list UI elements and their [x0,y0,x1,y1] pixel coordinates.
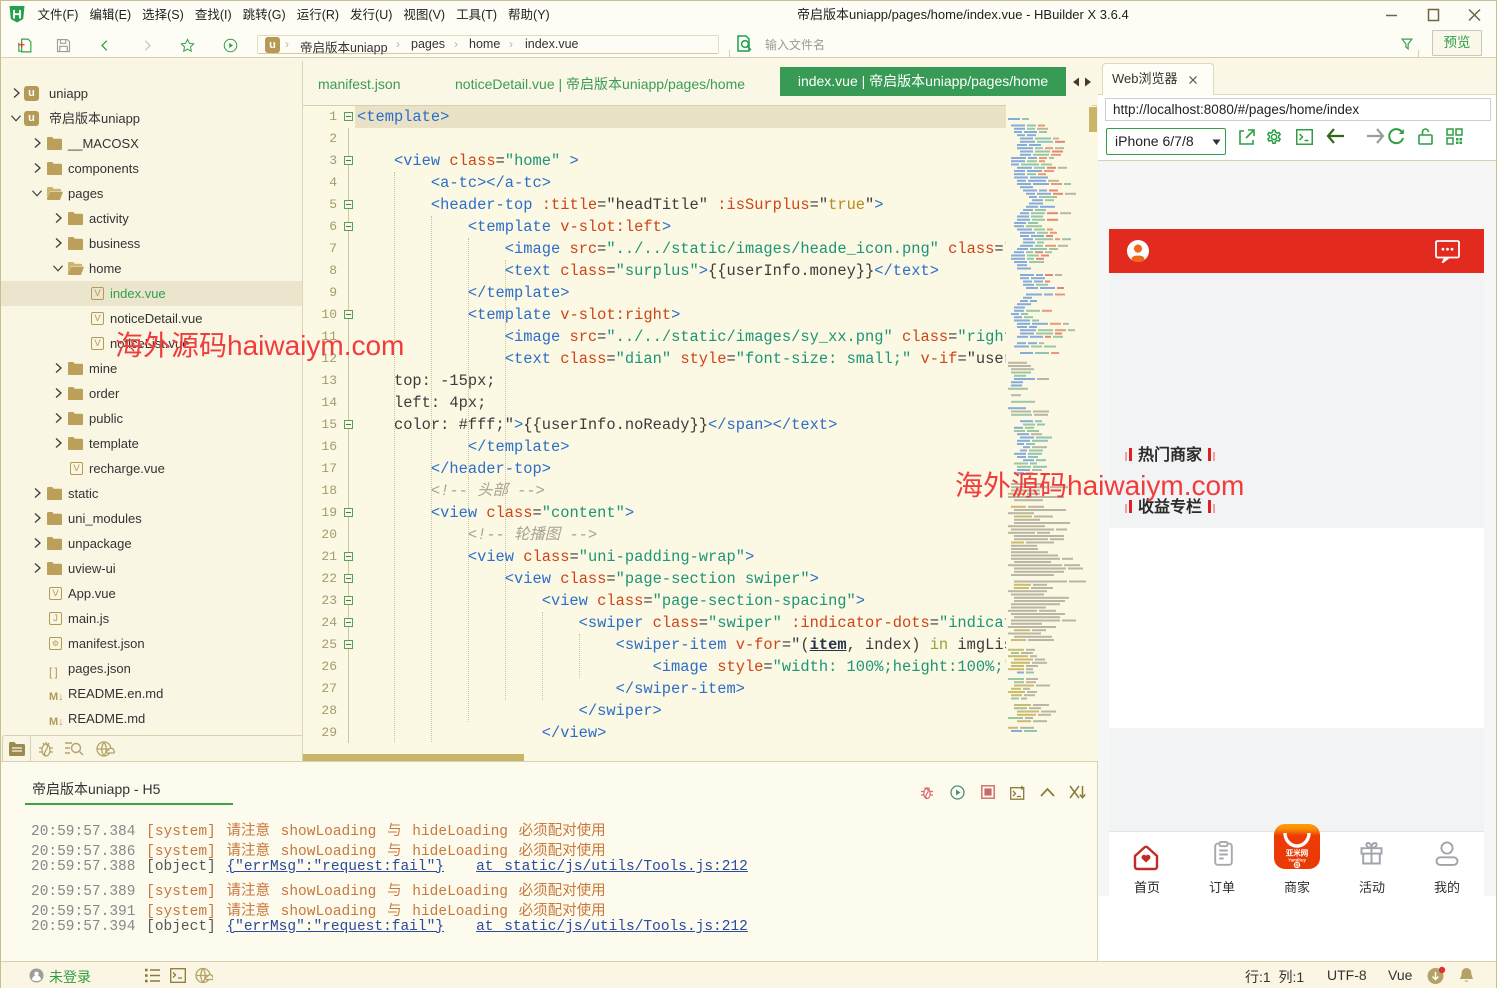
svg-text:亚米网: 亚米网 [1286,848,1309,858]
svg-text:Yamibuy: Yamibuy [1288,858,1306,863]
